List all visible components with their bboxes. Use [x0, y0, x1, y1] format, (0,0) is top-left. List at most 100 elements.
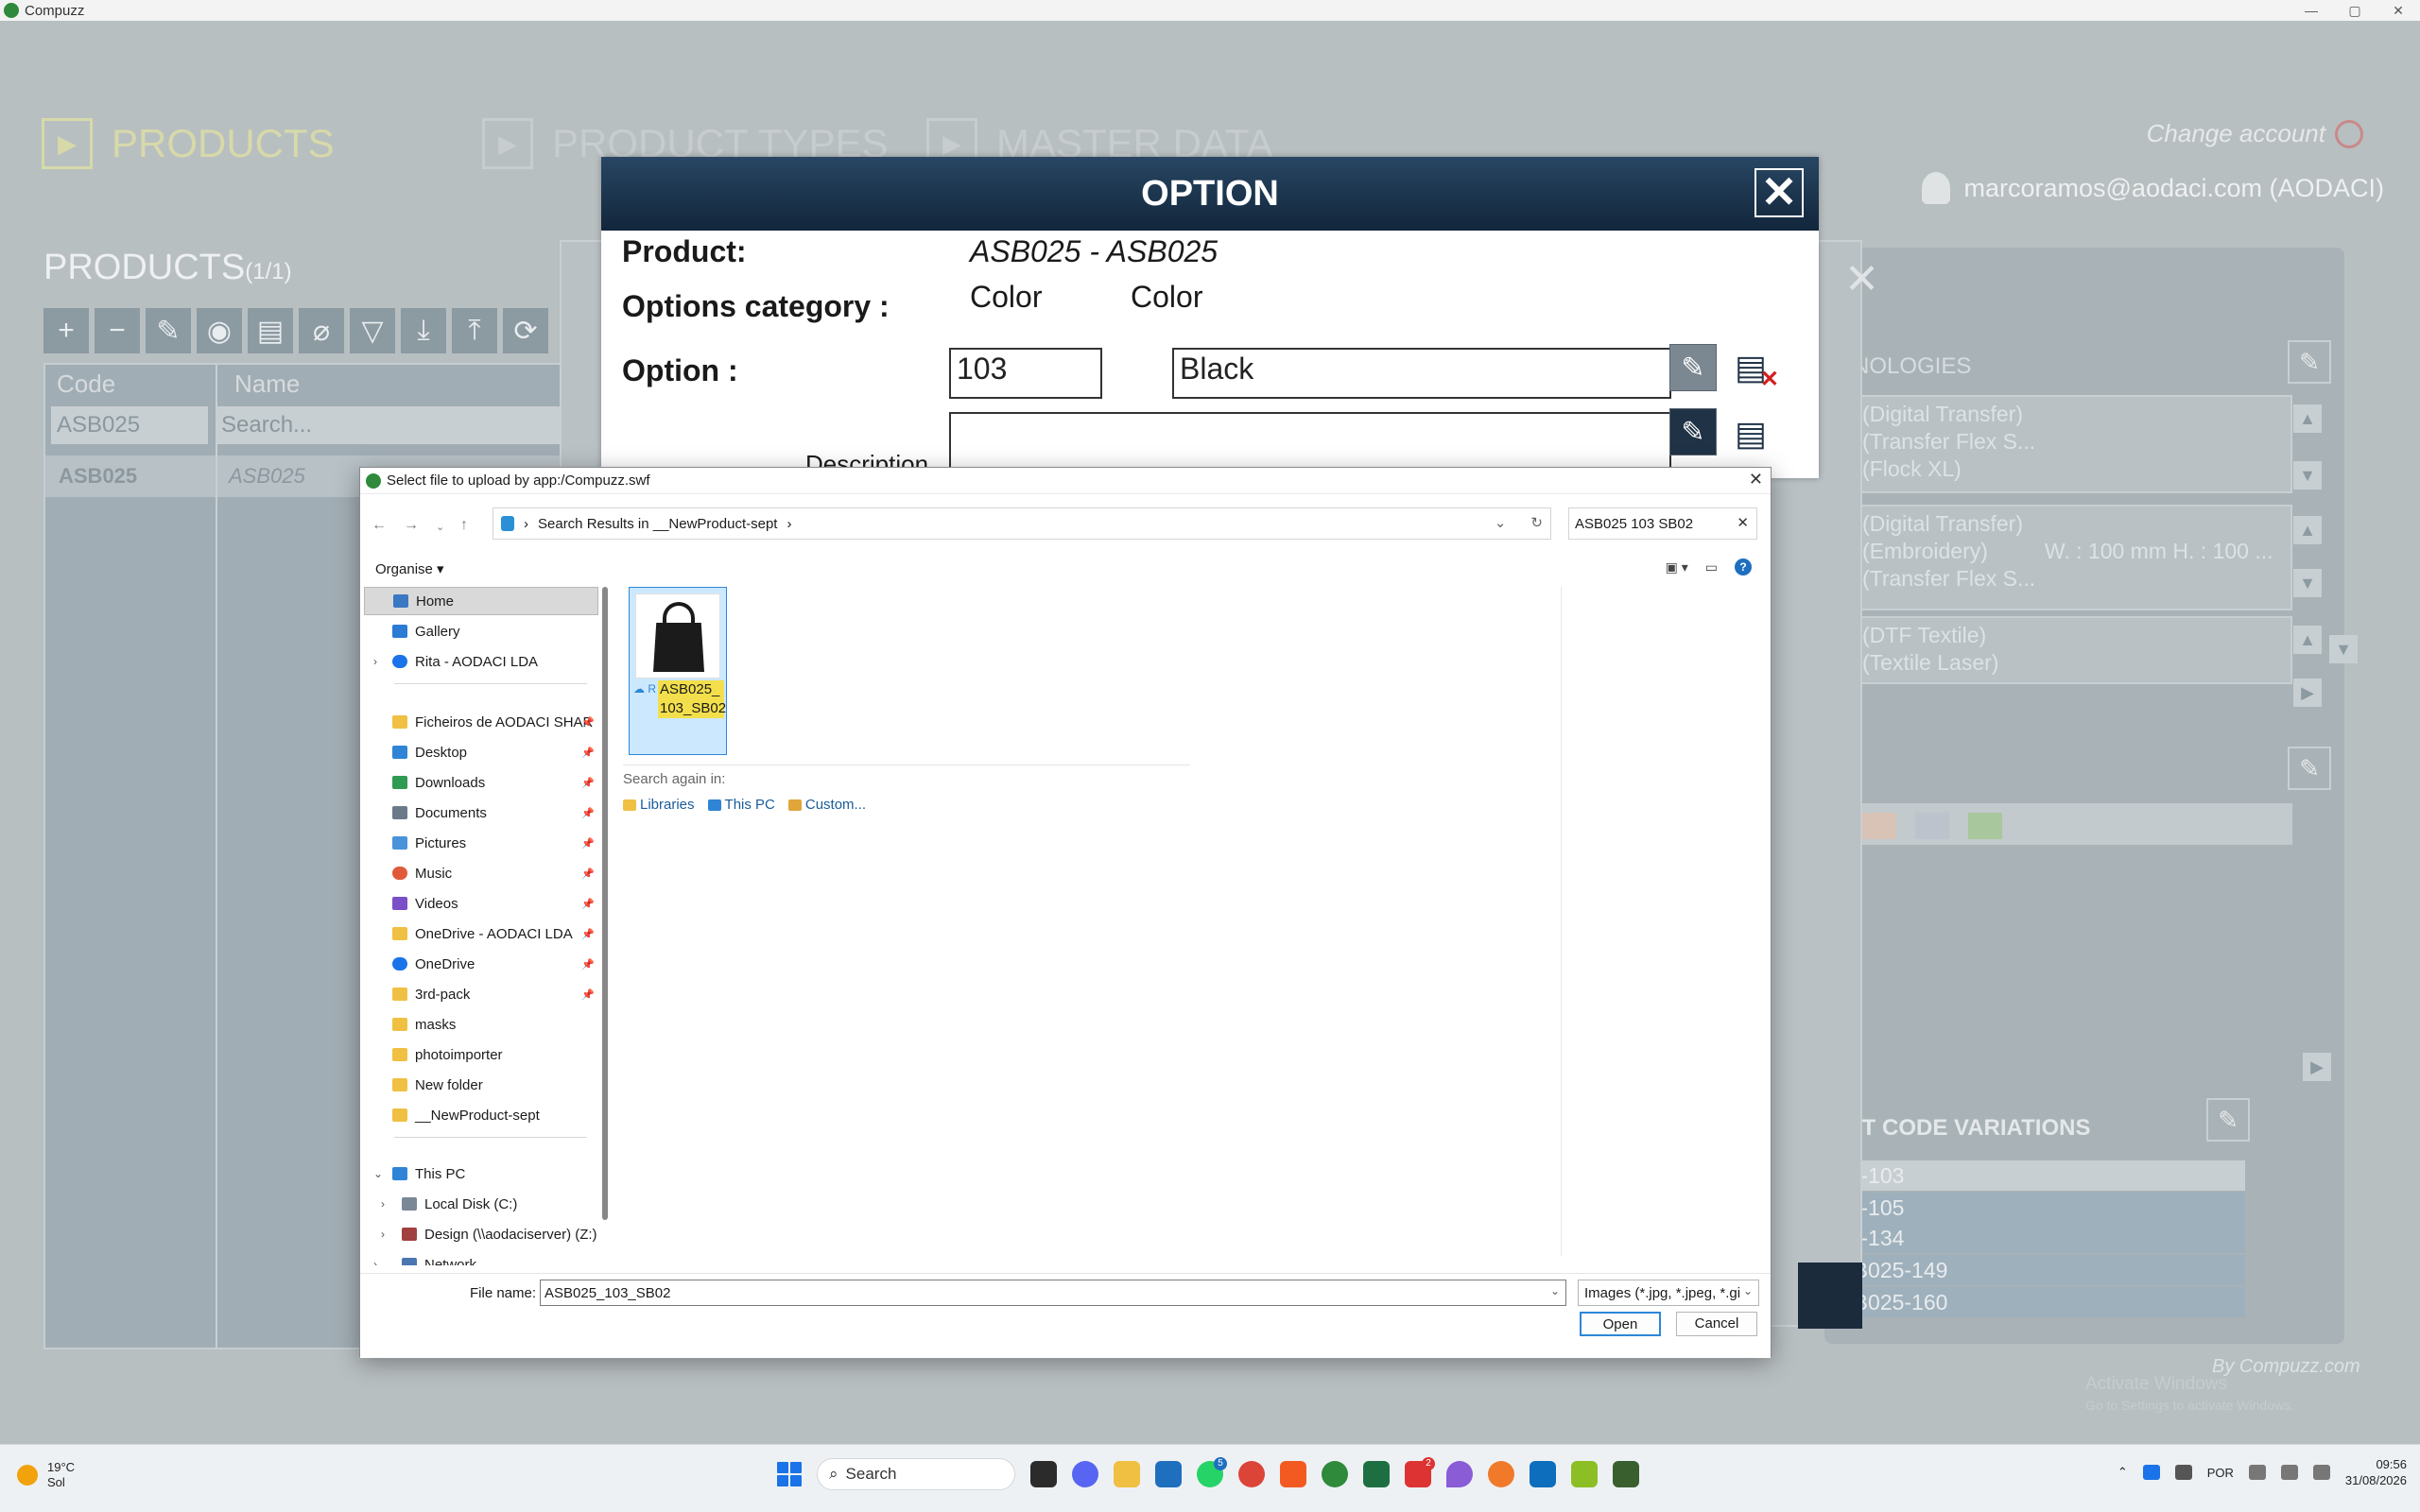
edit-description-icon[interactable]: ✎ — [1669, 408, 1717, 455]
nav-item-music[interactable]: Music 📌 — [364, 859, 598, 887]
navigation-scrollbar[interactable] — [602, 587, 608, 1220]
scroll-down-icon[interactable]: ▼ — [2293, 461, 2322, 490]
nav-item-gallery[interactable]: Gallery — [364, 617, 598, 645]
download-icon[interactable]: ⤓ — [401, 308, 446, 353]
excel-icon[interactable] — [1363, 1461, 1390, 1487]
color-swatch[interactable] — [1862, 813, 1896, 839]
nav-item-design-drive[interactable]: › Design (\\aodaciserver) (Z:) — [364, 1220, 598, 1248]
scroll-right-icon[interactable]: ▶ — [2293, 679, 2322, 707]
technology-box-1[interactable]: (Digital Transfer) (Transfer Flex S... (… — [1853, 395, 2292, 493]
volume-icon[interactable] — [2280, 1465, 2298, 1480]
organise-button[interactable]: Organise ▾ — [375, 560, 444, 577]
close-window-button[interactable]: ✕ — [2377, 0, 2420, 21]
compuzz-taskbar-icon[interactable] — [1322, 1461, 1348, 1487]
file-item-selected[interactable]: ☁ R ASB025_ 103_SB02 — [629, 587, 727, 755]
edit-colors-icon[interactable]: ✎ — [2288, 747, 2331, 790]
file-type-select[interactable]: Images (*.jpg, *.jpeg, *.gi ⌄ — [1578, 1280, 1759, 1306]
nav-item-downloads[interactable]: Downloads 📌 — [364, 768, 598, 797]
variation-row[interactable]: 025-103 — [1815, 1160, 2245, 1191]
app-drop-icon[interactable] — [1446, 1461, 1473, 1487]
file-explorer-icon[interactable] — [1114, 1461, 1140, 1487]
scroll-down-icon[interactable]: ▼ — [2293, 569, 2322, 597]
filter-icon[interactable]: ▽ — [350, 308, 395, 353]
recent-locations-icon[interactable]: ⌄ — [436, 521, 444, 533]
chevron-right-icon[interactable]: › — [373, 1258, 377, 1265]
nav-item-masks[interactable]: masks — [364, 1010, 598, 1039]
tab-products[interactable]: ▶ PRODUCTS — [42, 118, 335, 169]
task-view-icon[interactable] — [1030, 1461, 1057, 1487]
teams-icon[interactable]: 2 — [1405, 1457, 1435, 1487]
battery-icon[interactable] — [2312, 1465, 2330, 1480]
brave-icon[interactable] — [1280, 1461, 1306, 1487]
nav-item-onedrive[interactable]: OneDrive 📌 — [364, 950, 598, 978]
onedrive-tray-icon[interactable] — [2142, 1465, 2160, 1480]
language-indicator[interactable]: POR — [2207, 1466, 2234, 1480]
cancel-button[interactable]: Cancel — [1676, 1312, 1757, 1336]
chevron-right-icon[interactable]: › — [373, 655, 377, 668]
search-this-pc-link[interactable]: This PC — [707, 797, 775, 813]
translations-icon[interactable]: ▤ — [1726, 412, 1775, 455]
attach-icon[interactable]: ⌀ — [299, 308, 344, 353]
chrome-icon[interactable] — [1238, 1461, 1265, 1487]
name-filter-input[interactable]: Search... — [216, 406, 565, 444]
minimize-button[interactable]: — — [2290, 0, 2333, 21]
view-icon[interactable]: ◉ — [197, 308, 242, 353]
discord-icon[interactable] — [1072, 1461, 1098, 1487]
nav-item-3rd-pack[interactable]: 3rd-pack 📌 — [364, 980, 598, 1008]
remove-icon[interactable]: − — [95, 308, 140, 353]
color-swatch[interactable] — [1968, 813, 2002, 839]
sync-icon[interactable] — [2174, 1465, 2192, 1480]
open-button[interactable]: Open — [1580, 1312, 1661, 1336]
nav-item-videos[interactable]: Videos 📌 — [364, 889, 598, 918]
nav-item-photoimporter[interactable]: photoimporter — [364, 1040, 598, 1069]
code-filter-input[interactable]: ASB025 — [51, 406, 208, 444]
breadcrumb[interactable]: Search Results in __NewProduct-sept — [538, 516, 777, 532]
edit-variations-icon[interactable]: ✎ — [2206, 1098, 2250, 1142]
start-icon[interactable] — [777, 1462, 802, 1486]
view-mode-icon[interactable]: ▣ ▾ — [1666, 559, 1688, 576]
notepad-icon[interactable] — [1571, 1461, 1598, 1487]
edit-icon[interactable]: ✎ — [146, 308, 191, 353]
nav-item-pictures[interactable]: Pictures 📌 — [364, 829, 598, 857]
terminal-icon[interactable] — [1613, 1461, 1639, 1487]
technology-box-3[interactable]: (DTF Textile) (Textile Laser) — [1853, 616, 2292, 684]
close-icon[interactable]: ✕ — [1844, 255, 1879, 303]
up-icon[interactable]: ↑ — [460, 517, 468, 534]
nav-item-onedrive-rita[interactable]: › Rita - AODACI LDA — [364, 647, 598, 676]
nav-item-local-disk[interactable]: › Local Disk (C:) — [364, 1190, 598, 1218]
weather-widget[interactable]: 19°C Sol — [17, 1460, 75, 1490]
refresh-icon[interactable]: ↻ — [1530, 514, 1543, 531]
nav-item-new-folder[interactable]: New folder — [364, 1071, 598, 1099]
clock[interactable]: 09:56 31/08/2026 — [2345, 1456, 2407, 1488]
nav-item-newproduct-sept[interactable]: __NewProduct-sept — [364, 1101, 598, 1129]
network-icon[interactable] — [2248, 1465, 2266, 1480]
color-swatch[interactable] — [1915, 813, 1949, 839]
variation-row[interactable]: ASB025-149 — [1815, 1255, 2245, 1285]
scroll-up-icon[interactable]: ▲ — [2293, 516, 2322, 544]
nav-item-ficheiros[interactable]: Ficheiros de AODACI SHAR 📌 — [364, 708, 598, 736]
chevron-right-icon[interactable]: › — [381, 1197, 385, 1211]
upload-icon[interactable]: ⤒ — [452, 308, 497, 353]
taskbar-search[interactable]: ⌕ Search — [817, 1458, 1015, 1490]
maximize-button[interactable]: ▢ — [2333, 0, 2377, 21]
document-icon[interactable]: ▤ — [248, 308, 293, 353]
option-name-input[interactable]: Black — [1172, 348, 1671, 399]
preview-pane-icon[interactable]: ▭ — [1705, 559, 1718, 576]
chevron-right-icon[interactable]: › — [381, 1228, 385, 1241]
back-icon[interactable]: ← — [372, 517, 387, 534]
clear-search-icon[interactable]: ✕ — [1737, 514, 1749, 531]
edit-option-icon[interactable]: ✎ — [1669, 344, 1717, 391]
file-name-input[interactable]: ASB025_103_SB02 ⌄ — [540, 1280, 1566, 1306]
power-icon[interactable] — [2335, 119, 2363, 148]
search-custom-link[interactable]: Custom... — [787, 797, 866, 813]
trello-icon[interactable] — [1530, 1461, 1556, 1487]
forward-icon[interactable]: → — [404, 517, 419, 534]
chevron-down-icon[interactable]: ⌄ — [1495, 514, 1507, 531]
outlook-icon[interactable] — [1155, 1461, 1182, 1487]
nav-item-documents[interactable]: Documents 📌 — [364, 799, 598, 827]
add-icon[interactable]: + — [43, 308, 89, 353]
address-bar[interactable]: › Search Results in __NewProduct-sept › … — [493, 507, 1551, 540]
nav-item-this-pc[interactable]: ⌄ This PC — [364, 1160, 598, 1188]
nav-item-network[interactable]: › Network — [364, 1250, 598, 1265]
scroll-down-icon[interactable]: ▼ — [2329, 635, 2358, 663]
